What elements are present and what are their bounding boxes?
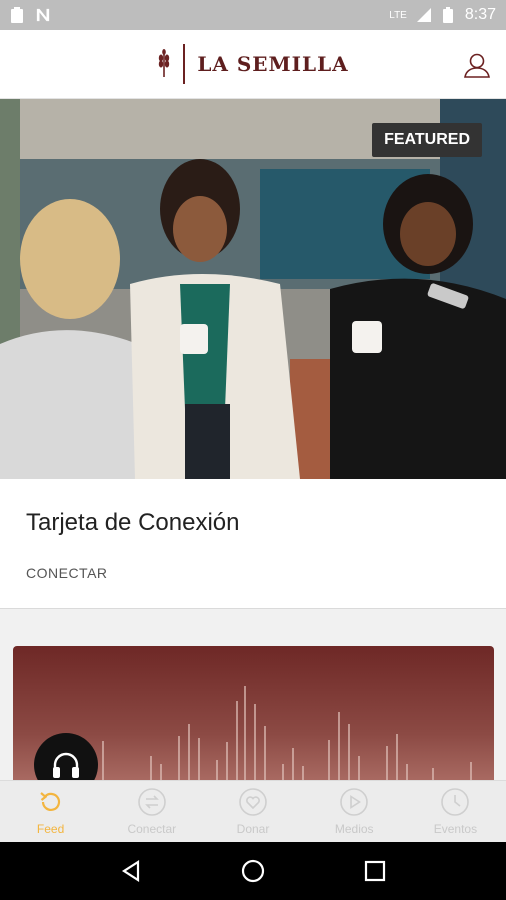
- network-label: LTE: [389, 9, 407, 21]
- nav-eventos[interactable]: Eventos: [405, 781, 506, 842]
- featured-card[interactable]: Tarjeta de Conexión CONECTAR: [0, 479, 506, 609]
- nav-conectar-label: Conectar: [127, 822, 177, 836]
- signal-icon: [416, 8, 431, 22]
- brand-name: LA SEMILLA: [197, 52, 349, 76]
- nav-feed-label: Feed: [36, 822, 65, 836]
- nav-donar-label: Donar: [236, 822, 270, 836]
- featured-title: Tarjeta de Conexión: [26, 509, 240, 536]
- brand-divider: [183, 44, 186, 84]
- heart-icon: [239, 788, 267, 816]
- nav-feed[interactable]: Feed: [0, 781, 101, 842]
- bottom-navigation: Feed Conectar Donar Medios Eventos: [0, 780, 506, 842]
- connect-action[interactable]: CONECTAR: [26, 565, 108, 581]
- profile-icon[interactable]: [462, 50, 492, 80]
- nav-donar[interactable]: Donar: [202, 781, 303, 842]
- featured-image[interactable]: FEATURED: [0, 99, 506, 479]
- status-bar: LTE 8:37: [0, 0, 506, 30]
- headphones-icon: [53, 752, 79, 778]
- battery-icon: [442, 7, 453, 23]
- app-bar: LA SEMILLA: [0, 30, 506, 99]
- brand-logo: LA SEMILLA: [157, 44, 348, 84]
- nav-eventos-label: Eventos: [433, 822, 478, 836]
- nav-conectar[interactable]: Conectar: [101, 781, 202, 842]
- clipboard-icon: [11, 7, 23, 23]
- featured-badge: FEATURED: [372, 123, 482, 157]
- sync-icon: [137, 788, 166, 816]
- play-icon: [340, 788, 369, 816]
- n-icon: [36, 8, 50, 22]
- nav-medios-label: Medios: [334, 822, 374, 836]
- refresh-icon: [39, 792, 60, 811]
- wheat-icon: [159, 49, 170, 77]
- back-icon[interactable]: [120, 860, 142, 882]
- recents-icon[interactable]: [364, 860, 386, 882]
- home-icon[interactable]: [241, 859, 265, 883]
- system-navigation: [0, 842, 506, 900]
- clock-icon: [441, 788, 470, 816]
- nav-medios[interactable]: Medios: [304, 781, 405, 842]
- clock-time: 8:37: [464, 6, 496, 23]
